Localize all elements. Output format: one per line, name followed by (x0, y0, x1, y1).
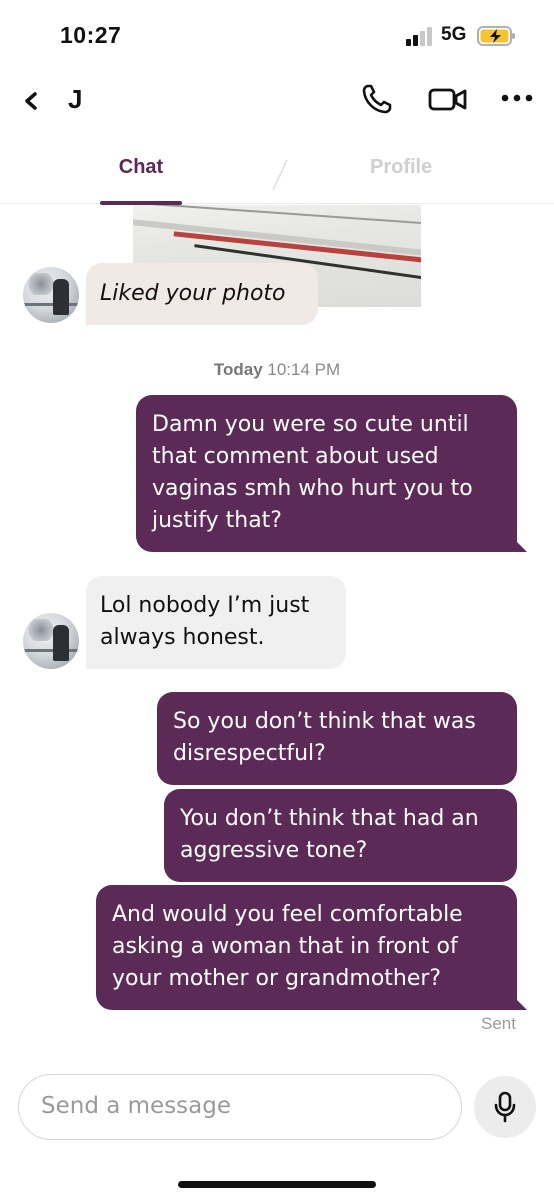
liked-photo-message[interactable]: Liked your photo (86, 263, 318, 325)
back-chevron-icon[interactable] (20, 86, 44, 116)
outgoing-message[interactable]: Damn you were so cute until that comment… (136, 395, 527, 552)
message-list[interactable]: Liked your photo Today 10:14 PM Damn you… (0, 205, 554, 1060)
network-label: 5G (441, 24, 467, 45)
microphone-icon (494, 1091, 516, 1123)
incoming-message[interactable]: Lol nobody I’m just always honest. (86, 576, 346, 669)
avatar[interactable] (23, 613, 79, 669)
home-indicator[interactable] (178, 1181, 376, 1188)
sent-status: Sent (481, 1014, 516, 1033)
tab-profile[interactable]: Profile (370, 156, 432, 179)
status-time: 10:27 (60, 22, 122, 48)
composer-bar: Send a message (0, 1060, 554, 1160)
contact-name[interactable]: J (68, 84, 82, 115)
message-input[interactable]: Send a message (18, 1074, 462, 1140)
battery-charging-icon (477, 26, 515, 46)
avatar[interactable] (23, 267, 79, 323)
tab-bar: Chat Profile (0, 134, 554, 205)
tab-chat[interactable]: Chat (100, 134, 182, 205)
status-bar: 10:27 5G (0, 0, 554, 70)
video-camera-icon[interactable] (428, 84, 468, 114)
outgoing-message[interactable]: And would you feel comfortable asking a … (96, 885, 527, 1010)
more-options-icon[interactable] (500, 92, 534, 104)
voice-message-button[interactable] (474, 1076, 536, 1138)
outgoing-message[interactable]: You don’t think that had an aggressive t… (164, 789, 517, 882)
phone-icon[interactable] (360, 82, 394, 116)
tab-divider (272, 159, 288, 191)
signal-icon (406, 27, 432, 46)
chat-header: J (0, 70, 554, 134)
outgoing-message[interactable]: So you don’t think that was disrespectfu… (157, 692, 517, 785)
message-timestamp: Today 10:14 PM (213, 360, 341, 379)
